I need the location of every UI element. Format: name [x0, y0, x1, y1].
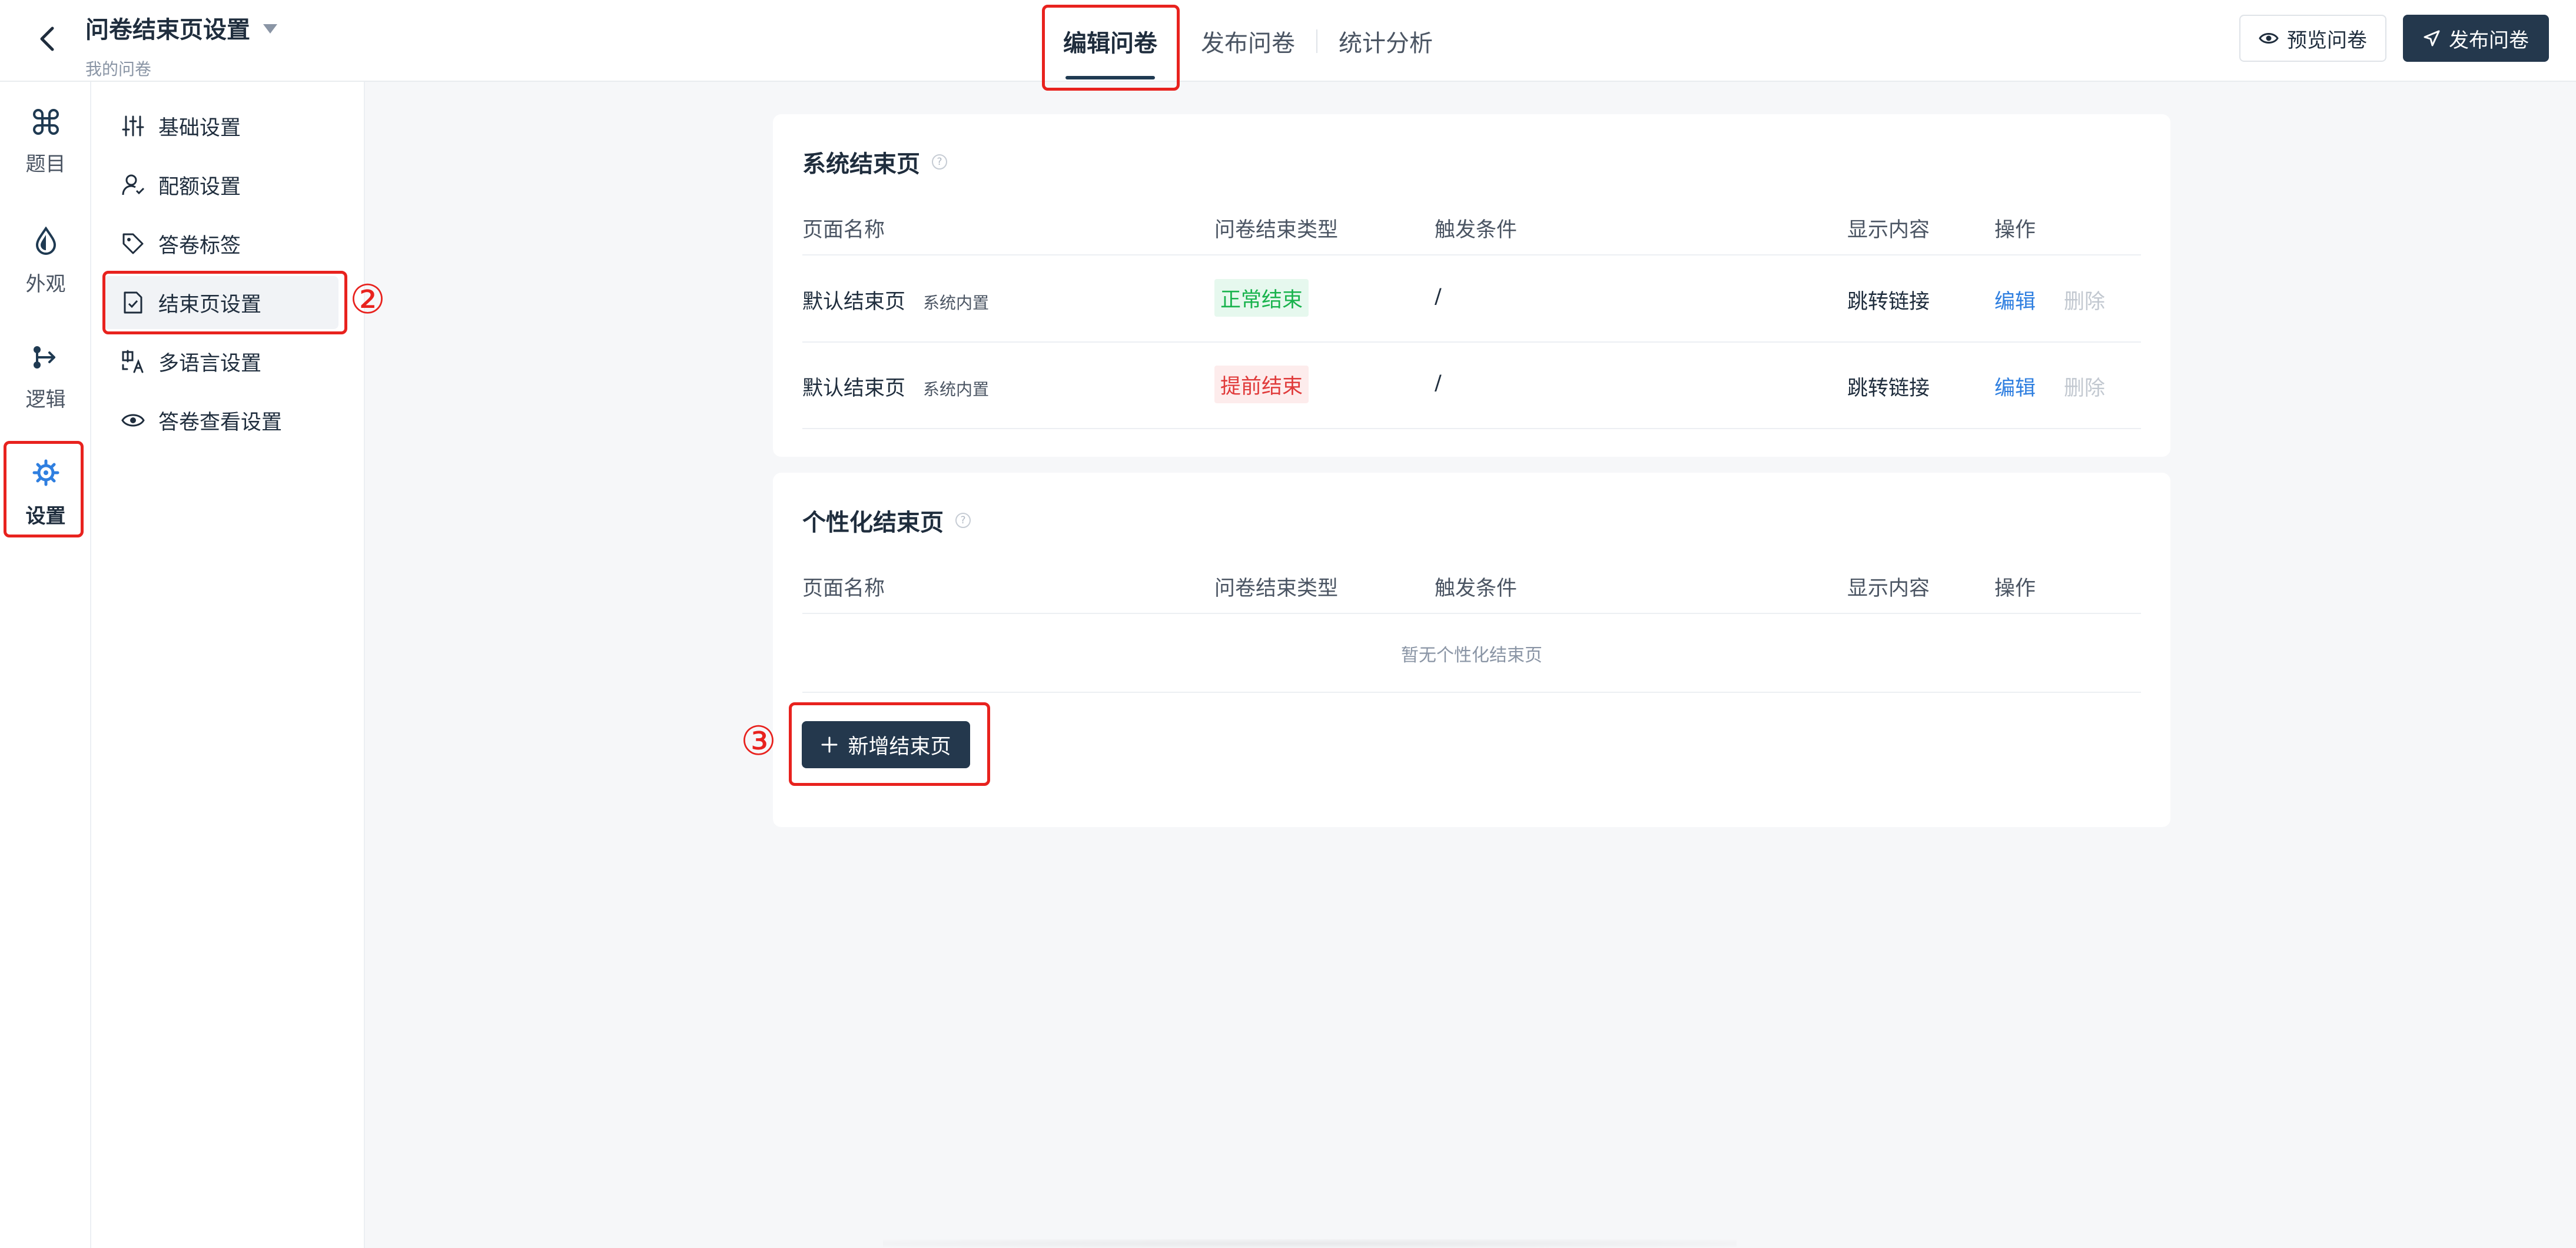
title-area: 问卷结束页设置 我的问卷	[85, 11, 277, 80]
card-title: 个性化结束页 ?	[802, 503, 971, 537]
column-header: 触发条件	[1435, 218, 1518, 242]
rail-item-questions[interactable]: 题目	[0, 109, 91, 177]
column-header: 问卷结束类型	[1214, 218, 1339, 242]
chevron-left-icon	[40, 26, 54, 51]
annotation-box-add-button	[789, 702, 990, 786]
rail-item-logic[interactable]: 逻辑	[0, 344, 91, 412]
logic-branch-icon	[33, 346, 55, 369]
column-header: 操作	[1994, 577, 2036, 600]
status-badge: 提前结束	[1214, 366, 1309, 403]
menu-item-response-tags[interactable]: 答卷标签	[103, 217, 338, 270]
page-title: 问卷结束页设置	[85, 16, 250, 44]
eye-icon	[2259, 33, 2279, 44]
column-header: 触发条件	[1435, 577, 1518, 600]
annotation-box-edit-tab	[1042, 5, 1180, 91]
menu-item-label: 多语言设置	[158, 351, 262, 376]
column-header: 显示内容	[1847, 218, 1930, 242]
display-content: 跳转链接	[1847, 290, 1930, 314]
back-button[interactable]	[31, 22, 64, 55]
breadcrumb[interactable]: 我的问卷	[85, 57, 277, 80]
system-end-page-card: 系统结束页 ? 页面名称 问卷结束类型 触发条件 显示内容 操作 默认结束页 系统…	[773, 114, 2170, 457]
status-badge: 正常结束	[1214, 279, 1309, 317]
system-card-title: 系统结束页	[802, 151, 920, 178]
edit-link[interactable]: 编辑	[1994, 285, 2036, 315]
column-header: 页面名称	[802, 218, 885, 242]
send-icon	[2424, 30, 2440, 47]
annotation-step-2: ②	[350, 277, 386, 323]
survey-title-dropdown[interactable]: 问卷结束页设置	[85, 11, 277, 45]
command-icon	[32, 109, 59, 135]
eye-icon	[121, 408, 145, 433]
menu-item-label: 基础设置	[158, 116, 241, 140]
tag-icon	[121, 231, 145, 256]
translate-icon	[121, 349, 145, 374]
trigger-condition: /	[1435, 285, 1442, 308]
sliders-icon	[121, 114, 145, 138]
annotation-box-end-page-menu	[102, 271, 347, 334]
rail-label: 逻辑	[25, 388, 66, 411]
preview-label: 预览问卷	[2287, 28, 2367, 52]
rail-item-appearance[interactable]: 外观	[0, 227, 91, 297]
builtin-note: 系统内置	[923, 380, 990, 399]
menu-item-label: 答卷标签	[158, 234, 241, 258]
menu-item-quota-settings[interactable]: 配额设置	[103, 158, 338, 211]
bottom-shadow	[883, 1239, 1737, 1248]
annotation-box-settings	[4, 441, 84, 537]
help-icon[interactable]: ?	[932, 154, 947, 170]
menu-item-label: 答卷查看设置	[158, 410, 283, 434]
column-header: 页面名称	[802, 577, 885, 600]
trigger-condition: /	[1435, 371, 1442, 395]
empty-state-text: 暂无个性化结束页	[802, 615, 2141, 693]
settings-menu: 基础设置 配额设置 答卷标签 结束页设置 多语言设置 答卷查看设置	[91, 82, 365, 1248]
table-header: 页面名称 问卷结束类型 触发条件 显示内容 操作	[802, 197, 2141, 255]
row-name: 默认结束页	[802, 377, 906, 400]
publish-button[interactable]: 发布问卷	[2403, 15, 2549, 62]
menu-item-response-view-settings[interactable]: 答卷查看设置	[103, 394, 338, 447]
menu-item-basic-settings[interactable]: 基础设置	[103, 99, 338, 152]
caret-down-icon	[263, 24, 277, 34]
menu-item-language-settings[interactable]: 多语言设置	[103, 335, 338, 388]
left-rail: 题目 外观 逻辑 设置	[0, 82, 91, 1248]
rail-label: 外观	[25, 273, 66, 296]
help-icon[interactable]: ?	[955, 513, 971, 528]
top-bar: 问卷结束页设置 我的问卷 编辑问卷 发布问卷 统计分析 预览问卷 发布问卷	[0, 0, 2576, 82]
card-title: 系统结束页 ?	[802, 145, 947, 179]
row-name: 默认结束页	[802, 290, 906, 314]
delete-link: 删除	[2064, 377, 2106, 400]
droplet-icon	[35, 227, 56, 255]
column-header: 显示内容	[1847, 577, 1930, 600]
end-page-name: 默认结束页 系统内置	[802, 285, 989, 315]
preview-button[interactable]: 预览问卷	[2239, 15, 2386, 62]
column-header: 问卷结束类型	[1214, 577, 1339, 600]
end-page-name: 默认结束页 系统内置	[802, 371, 989, 401]
column-header: 操作	[1994, 218, 2036, 242]
table-row: 默认结束页 系统内置 正常结束 / 跳转链接 编辑 删除	[802, 257, 2141, 343]
custom-card-title: 个性化结束页	[802, 509, 944, 536]
user-quota-icon	[121, 172, 145, 197]
tab-statistics[interactable]: 统计分析	[1317, 0, 1454, 82]
table-header: 页面名称 问卷结束类型 触发条件 显示内容 操作	[802, 555, 2141, 614]
tab-publish-survey[interactable]: 发布问卷	[1180, 0, 1316, 82]
rail-label: 题目	[25, 152, 66, 176]
table-row: 默认结束页 系统内置 提前结束 / 跳转链接 编辑 删除	[802, 343, 2141, 429]
delete-link: 删除	[2064, 290, 2106, 314]
annotation-step-3: ③	[741, 718, 776, 765]
menu-item-label: 配额设置	[158, 175, 241, 199]
builtin-note: 系统内置	[923, 293, 990, 313]
edit-link[interactable]: 编辑	[1994, 371, 2036, 401]
display-content: 跳转链接	[1847, 377, 1930, 400]
publish-label: 发布问卷	[2449, 28, 2529, 52]
